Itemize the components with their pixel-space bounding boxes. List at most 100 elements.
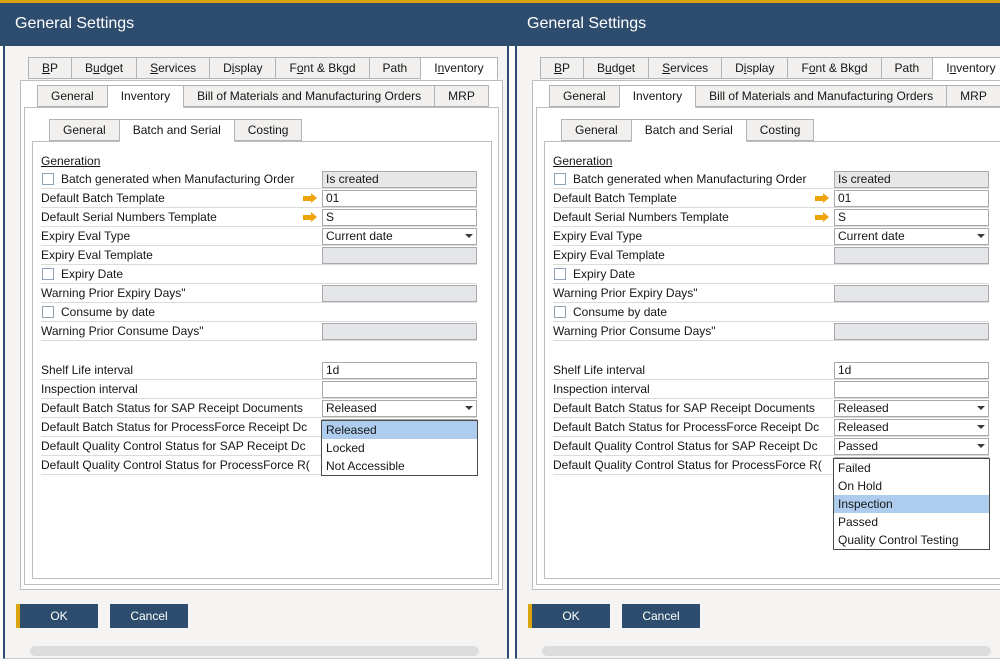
tab-inventory[interactable]: Inventory <box>107 85 184 108</box>
chevron-down-icon[interactable] <box>977 234 985 238</box>
horizontal-scrollbar[interactable] <box>542 646 991 656</box>
tab-inventory[interactable]: Inventory <box>932 57 1000 80</box>
tab-display[interactable]: Display <box>209 57 276 79</box>
text-input[interactable] <box>322 190 477 207</box>
link-arrow-head <box>311 212 317 222</box>
dropdown-item-on-hold[interactable]: On Hold <box>834 477 989 495</box>
chevron-down-icon[interactable] <box>977 406 985 410</box>
checkbox[interactable] <box>42 173 54 185</box>
readonly-field <box>322 285 477 302</box>
tab-bp[interactable]: BP <box>28 57 72 79</box>
tab-label-key: B <box>42 61 50 75</box>
tab-inventory[interactable]: Inventory <box>619 85 696 108</box>
tab-label: MRP <box>448 89 475 103</box>
dialog-button-row: OK Cancel <box>16 604 188 628</box>
checkbox[interactable] <box>554 173 566 185</box>
form-row-expiry-eval-type: Expiry Eval TypeCurrent date <box>553 227 989 246</box>
text-input[interactable] <box>834 381 989 398</box>
tab-label-post: splay <box>746 61 774 75</box>
text-input[interactable] <box>322 381 477 398</box>
text-input[interactable] <box>834 209 989 226</box>
tab-budget[interactable]: Budget <box>71 57 137 79</box>
tab-label: General <box>63 123 106 137</box>
dropdown-item-locked[interactable]: Locked <box>322 439 477 457</box>
tab-costing[interactable]: Costing <box>746 119 815 141</box>
text-input[interactable] <box>322 362 477 379</box>
tab-general[interactable]: General <box>37 85 108 107</box>
tab-label: Inventory <box>633 89 682 103</box>
tab-mrp[interactable]: MRP <box>946 85 1000 107</box>
combo-box[interactable]: Current date <box>322 228 477 245</box>
field-label: Expiry Eval Template <box>553 248 834 262</box>
tab-display[interactable]: Display <box>721 57 788 79</box>
tab-font-bkgd[interactable]: Font & Bkgd <box>275 57 369 79</box>
text-input[interactable] <box>834 190 989 207</box>
window-titlebar[interactable]: General Settings <box>0 3 512 46</box>
field-label: Inspection interval <box>553 382 834 396</box>
tab-path[interactable]: Path <box>369 57 422 79</box>
tab-bp[interactable]: BP <box>540 57 584 79</box>
dropdown-item-inspection[interactable]: Inspection <box>834 495 989 513</box>
general-settings-window-left: General Settings BPBudgetServicesDisplay… <box>0 0 512 668</box>
link-arrow-shaft <box>815 215 823 220</box>
dropdown-item-failed[interactable]: Failed <box>834 459 989 477</box>
tab-services[interactable]: Services <box>136 57 210 79</box>
tab-general[interactable]: General <box>549 85 620 107</box>
link-arrow-icon[interactable] <box>814 193 830 203</box>
tab-bill-of-materials-and-manufacturing-orders[interactable]: Bill of Materials and Manufacturing Orde… <box>183 85 435 107</box>
field-label: Inspection interval <box>41 382 322 396</box>
tab-font-bkgd[interactable]: Font & Bkgd <box>787 57 881 79</box>
combo-value: Released <box>326 401 465 416</box>
inventory-pane-level2: GeneralBatch and SerialCosting Generatio… <box>536 107 1000 585</box>
combo-box[interactable]: Current date <box>834 228 989 245</box>
dropdown-item-passed[interactable]: Passed <box>834 513 989 531</box>
tab-costing[interactable]: Costing <box>234 119 303 141</box>
tab-bill-of-materials-and-manufacturing-orders[interactable]: Bill of Materials and Manufacturing Orde… <box>695 85 947 107</box>
form-row-default-batch-status-for-processforce-re: Default Batch Status for ProcessForce Re… <box>553 418 989 437</box>
text-input[interactable] <box>834 362 989 379</box>
link-arrow-icon[interactable] <box>302 193 318 203</box>
tab-label-pre: Path <box>383 61 408 75</box>
combo-box[interactable]: Released <box>834 400 989 417</box>
horizontal-scrollbar[interactable] <box>30 646 479 656</box>
cancel-button[interactable]: Cancel <box>110 604 188 628</box>
chevron-down-icon[interactable] <box>465 406 473 410</box>
checkbox[interactable] <box>554 268 566 280</box>
checkbox[interactable] <box>42 268 54 280</box>
tab-batch-and-serial[interactable]: Batch and Serial <box>631 119 747 142</box>
window-title: General Settings <box>512 3 1000 45</box>
chevron-down-icon[interactable] <box>977 444 985 448</box>
window-titlebar[interactable]: General Settings <box>512 3 1000 46</box>
tab-general[interactable]: General <box>49 119 120 141</box>
ok-button[interactable]: OK <box>20 604 98 628</box>
tab-inventory[interactable]: Inventory <box>420 57 497 80</box>
form-row-inspection-interval: Inspection interval <box>553 380 989 399</box>
checkbox[interactable] <box>554 306 566 318</box>
tab-general[interactable]: General <box>561 119 632 141</box>
combo-box[interactable]: Released <box>834 419 989 436</box>
dropdown-item-quality-control-testing[interactable]: Quality Control Testing <box>834 531 989 549</box>
link-arrow-icon[interactable] <box>302 212 318 222</box>
checkbox[interactable] <box>42 306 54 318</box>
tab-label-pre: Path <box>895 61 920 75</box>
link-arrow-head <box>311 193 317 203</box>
combo-box[interactable]: Passed <box>834 438 989 455</box>
tab-mrp[interactable]: MRP <box>434 85 489 107</box>
tab-batch-and-serial[interactable]: Batch and Serial <box>119 119 235 142</box>
settings-tab-strip-level1: BPBudgetServicesDisplayFont & Bkgd Path In… <box>540 57 1000 80</box>
cancel-button[interactable]: Cancel <box>622 604 700 628</box>
chevron-down-icon[interactable] <box>465 234 473 238</box>
dropdown-item-not-accessible[interactable]: Not Accessible <box>322 457 477 475</box>
tab-path[interactable]: Path <box>881 57 934 79</box>
tab-services[interactable]: Services <box>648 57 722 79</box>
tab-label-key: S <box>150 61 158 75</box>
tab-budget[interactable]: Budget <box>583 57 649 79</box>
chevron-down-icon[interactable] <box>977 425 985 429</box>
settings-tab-strip-level1: BPBudgetServicesDisplayFont & Bkgd Path In… <box>28 57 498 80</box>
form-row-shelf-life-interval: Shelf Life interval <box>553 361 989 380</box>
link-arrow-icon[interactable] <box>814 212 830 222</box>
ok-button[interactable]: OK <box>532 604 610 628</box>
text-input[interactable] <box>322 209 477 226</box>
dropdown-item-released[interactable]: Released <box>322 421 477 439</box>
combo-box[interactable]: Released <box>322 400 477 417</box>
